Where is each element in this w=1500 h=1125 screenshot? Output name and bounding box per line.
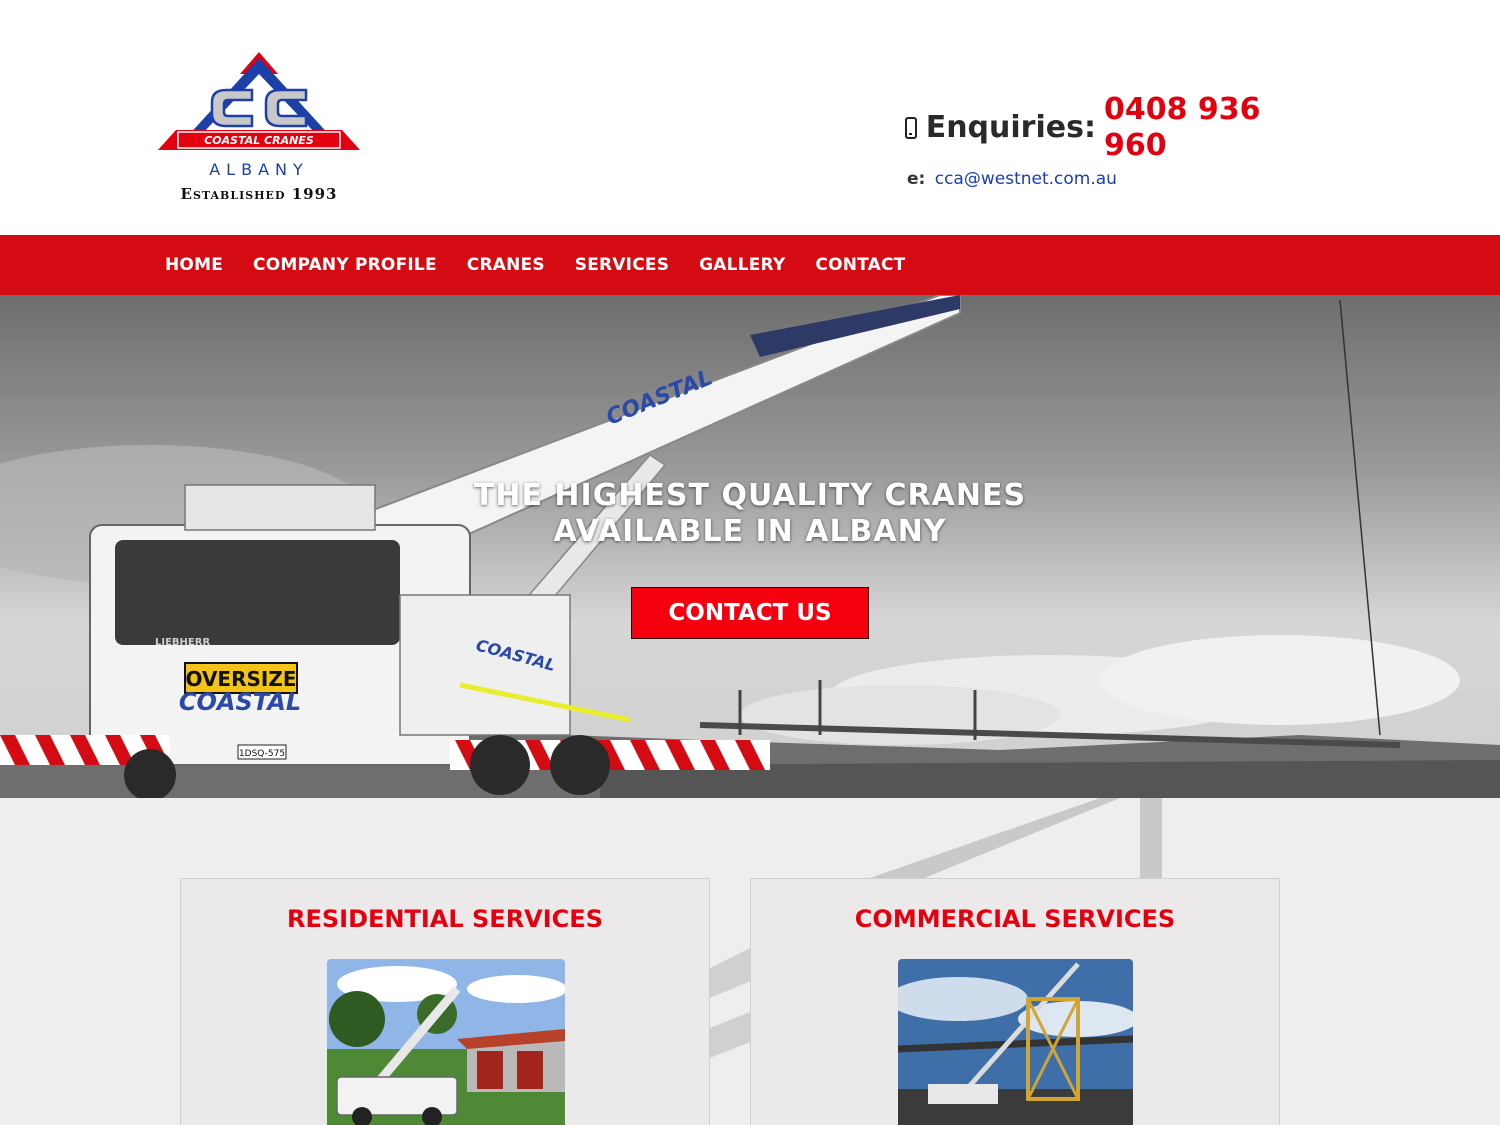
nav-item-company-profile[interactable]: COMPANY PROFILE bbox=[253, 255, 437, 275]
contact-us-button[interactable]: CONTACT US bbox=[631, 587, 869, 639]
card-title: COMMERCIAL SERVICES bbox=[854, 905, 1176, 933]
logo-brand-text: COASTAL CRANES bbox=[204, 134, 314, 147]
email-label: e: bbox=[907, 169, 926, 189]
nav-item-contact[interactable]: CONTACT bbox=[815, 255, 905, 275]
nav-item-cranes[interactable]: CRANES bbox=[467, 255, 545, 275]
truck-make-text: LIEBHERR bbox=[155, 637, 210, 648]
nav-item-services[interactable]: SERVICES bbox=[575, 255, 669, 275]
email-line: e: cca@westnet.com.au bbox=[905, 168, 1325, 190]
logo-location: ALBANY bbox=[209, 160, 309, 179]
truck-front-logo-text: COASTAL bbox=[179, 688, 301, 716]
page: COASTAL CRANES ALBANY Established 1993 E… bbox=[0, 0, 1500, 1125]
coastal-cranes-logo[interactable]: COASTAL CRANES ALBANY Established 1993 bbox=[156, 50, 362, 210]
hero-title: THE HIGHEST QUALITY CRANES AVAILABLE IN … bbox=[450, 478, 1050, 550]
hero-title-line-1: THE HIGHEST QUALITY CRANES bbox=[473, 478, 1027, 513]
site-header: COASTAL CRANES ALBANY Established 1993 E… bbox=[0, 0, 1500, 235]
nav-item-home[interactable]: HOME bbox=[165, 255, 223, 275]
mobile-phone-icon bbox=[905, 117, 917, 139]
commercial-services-image[interactable] bbox=[898, 959, 1133, 1125]
services-section: RESIDENTIAL SERVICES COMMERCIAL SERVICES bbox=[0, 798, 1500, 1125]
rego-plate-text: 1DSQ-575 bbox=[239, 749, 285, 759]
phone-number[interactable]: 0408 936 960 bbox=[1104, 92, 1325, 164]
logo-emblem: COASTAL CRANES bbox=[158, 52, 360, 150]
residential-services-card[interactable]: RESIDENTIAL SERVICES bbox=[180, 878, 710, 1125]
logo-established: Established 1993 bbox=[180, 185, 338, 203]
card-title: RESIDENTIAL SERVICES bbox=[287, 905, 603, 933]
hero-banner: COASTAL OVERSIZE COASTAL LIEBHERR 1DSQ-5… bbox=[0, 295, 1500, 798]
nav-item-gallery[interactable]: GALLERY bbox=[699, 255, 785, 275]
header-contact: Enquiries: 0408 936 960 e: cca@westnet.c… bbox=[905, 92, 1325, 190]
commercial-services-card[interactable]: COMMERCIAL SERVICES bbox=[750, 878, 1280, 1125]
enquiries-line: Enquiries: 0408 936 960 bbox=[905, 92, 1325, 164]
email-link[interactable]: cca@westnet.com.au bbox=[935, 169, 1117, 189]
main-nav: HOME COMPANY PROFILE CRANES SERVICES GAL… bbox=[0, 235, 1500, 295]
hero-title-line-2: AVAILABLE IN ALBANY bbox=[553, 514, 947, 549]
residential-services-image[interactable] bbox=[327, 959, 565, 1125]
enquiries-label: Enquiries: bbox=[925, 110, 1096, 145]
